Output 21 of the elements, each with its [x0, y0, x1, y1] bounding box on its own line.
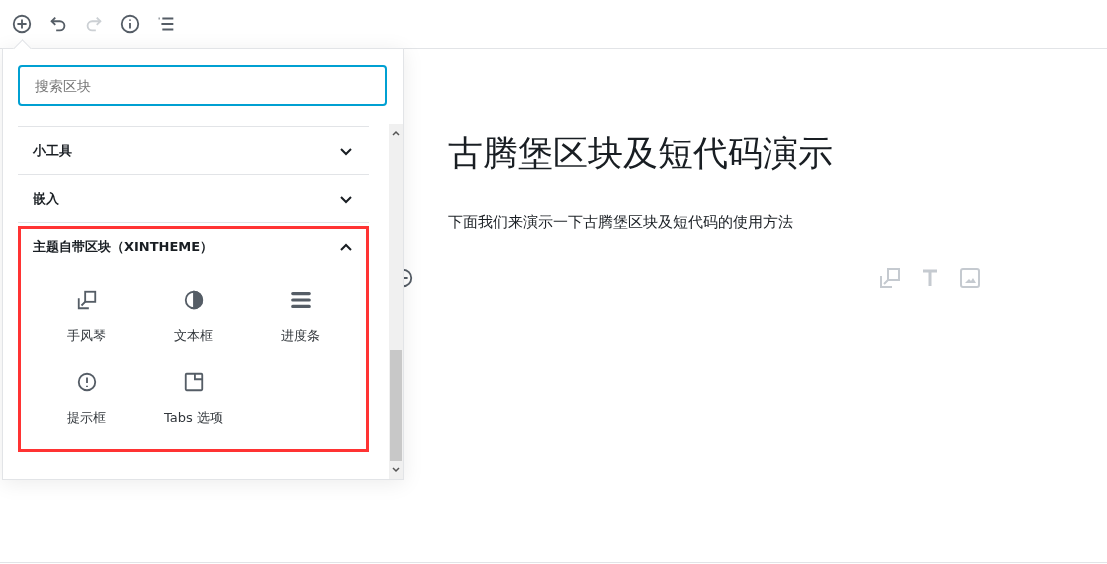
scroll-down-icon[interactable] — [391, 465, 401, 475]
scroll-up-icon[interactable] — [391, 128, 401, 138]
search-field[interactable]: 搜索区块 — [18, 65, 387, 106]
block-item[interactable]: 提示框 — [33, 361, 140, 437]
scrollbar[interactable] — [389, 124, 403, 479]
overlapping-squares-icon — [75, 289, 98, 311]
block-item[interactable]: 手风琴 — [33, 279, 140, 355]
category-header[interactable]: 主题自带区块（XINTHEME） — [21, 229, 366, 265]
bars-icon — [289, 289, 312, 311]
info-button[interactable] — [119, 13, 141, 35]
add-block-button[interactable] — [11, 13, 33, 35]
block-item[interactable]: 文本框 — [140, 279, 247, 355]
category-header[interactable]: 小工具 — [18, 127, 369, 174]
block-item[interactable]: Tabs 选项 — [140, 361, 247, 437]
block-item[interactable]: 进度条 — [247, 279, 354, 355]
paragraph: 下面我们来演示一下古腾堡区块及短代码的使用方法 — [448, 213, 794, 232]
alert-icon — [75, 371, 98, 393]
half-circle-icon — [182, 289, 205, 311]
post-title: 古腾堡区块及短代码演示 — [448, 132, 834, 175]
category-header[interactable]: 嵌入 — [18, 175, 369, 222]
tab-icon — [182, 371, 205, 393]
